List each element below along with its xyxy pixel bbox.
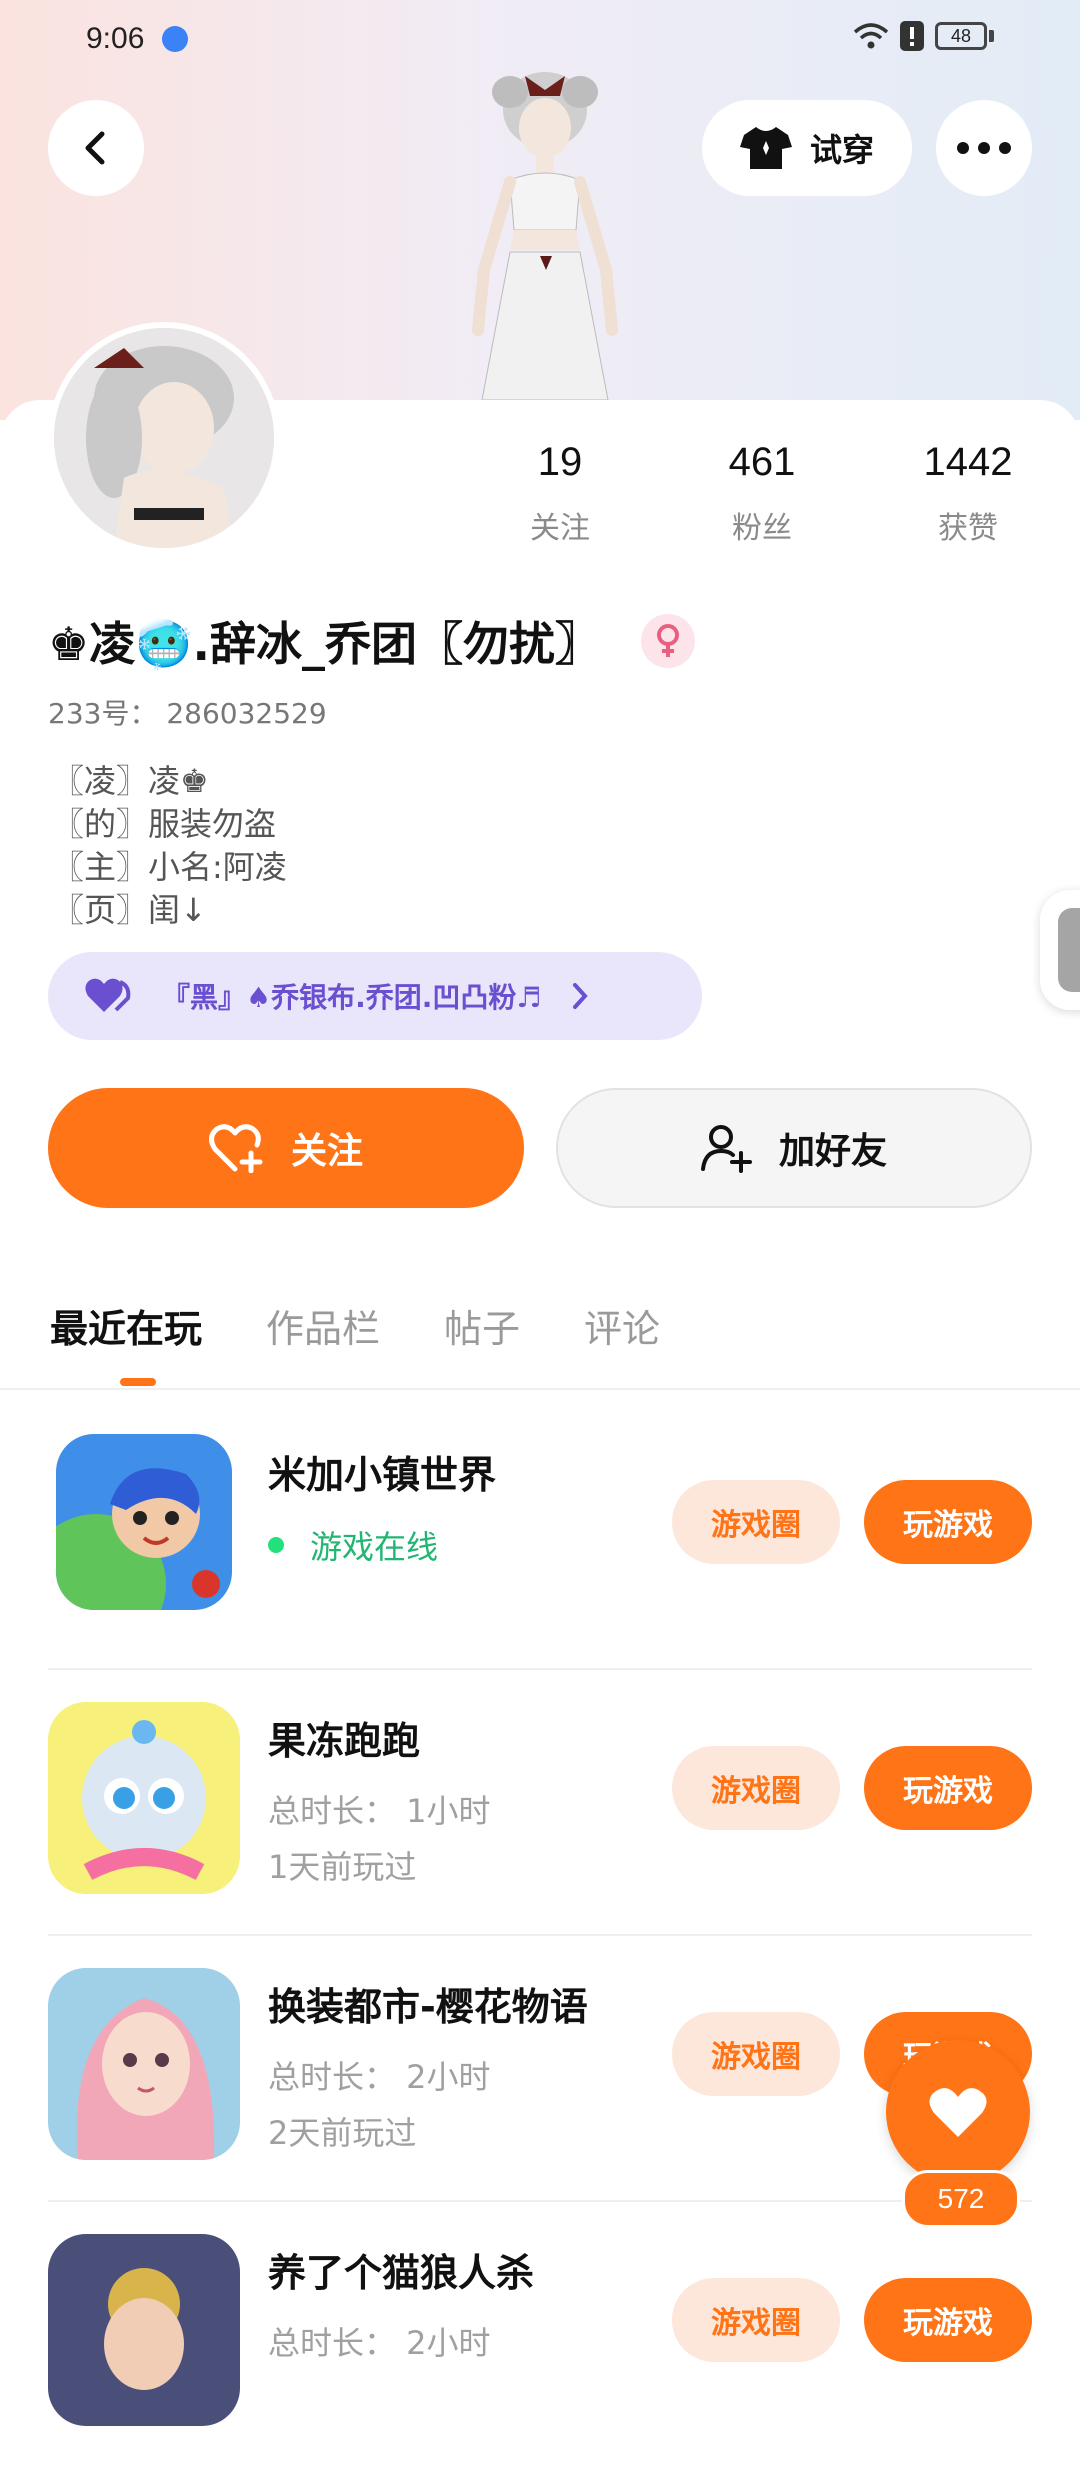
battery-icon: 48 <box>935 22 987 50</box>
game-list-item[interactable]: 换装都市-樱花物语 总时长： 2小时 2天前玩过 游戏圈 玩游戏 <box>48 1936 1032 2202</box>
bio-line: 〖的〗服装勿盗 <box>52 805 277 843</box>
tab-posts[interactable]: 帖子 <box>444 1298 520 1353</box>
like-fab-button[interactable] <box>886 2040 1030 2184</box>
game-name: 换装都市-樱花物语 <box>268 1985 588 2029</box>
status-time: 9:06 <box>86 22 145 55</box>
stat-likes-value: 1442 <box>923 440 1013 484</box>
follow-label: 关注 <box>290 1131 363 1172</box>
stat-likes[interactable]: 1442 获赞 <box>888 440 1048 547</box>
tabs-divider <box>0 1388 1080 1390</box>
stat-likes-label: 获赞 <box>938 511 998 546</box>
game-icon-miga <box>56 1434 232 1610</box>
bio-line: 〖主〗小名:阿凌 <box>52 848 287 886</box>
stat-followers-label: 粉丝 <box>732 511 792 546</box>
alert-icon <box>900 21 924 51</box>
add-user-icon <box>700 1125 752 1173</box>
play-game-button[interactable]: 玩游戏 <box>864 2278 1032 2362</box>
bio: 〖凌〗凌♚ 〖的〗服装勿盗 〖主〗小名:阿凌 〖页〗闺↓ <box>52 760 287 932</box>
game-circle-button[interactable]: 游戏圈 <box>672 2012 840 2096</box>
username: ♚凌🥶.辞冰_乔团〖勿扰〗 <box>48 617 601 671</box>
stat-followers-value: 461 <box>728 440 796 484</box>
game-last-played: 2天前玩过 <box>268 2114 417 2152</box>
tab-works[interactable]: 作品栏 <box>266 1298 380 1353</box>
tab-comments[interactable]: 评论 <box>584 1298 660 1353</box>
status-icons: 48 <box>853 20 994 52</box>
game-duration: 总时长： 2小时 <box>268 2324 491 2362</box>
tshirt-icon <box>739 127 792 169</box>
game-icon-jelly-run <box>48 1702 240 1894</box>
heart-badge-icon <box>85 978 131 1012</box>
status-bar: 9:06 48 <box>0 0 1080 80</box>
browser-icon <box>162 26 188 52</box>
add-friend-label: 加好友 <box>778 1131 887 1172</box>
stat-followers[interactable]: 461 粉丝 <box>682 440 842 547</box>
avatar-image <box>54 328 274 548</box>
side-floating-handle[interactable] <box>1040 890 1080 1010</box>
try-on-button[interactable]: 试穿 <box>702 100 912 196</box>
game-circle-button[interactable]: 游戏圈 <box>672 2278 840 2362</box>
more-dots-icon <box>957 142 1011 154</box>
game-list-item[interactable]: 果冻跑跑 总时长： 1小时 1天前玩过 游戏圈 玩游戏 <box>48 1670 1032 1936</box>
bio-line: 〖凌〗凌♚ <box>52 762 209 800</box>
game-circle-button[interactable]: 游戏圈 <box>672 1746 840 1830</box>
play-game-button[interactable]: 玩游戏 <box>864 1480 1032 1564</box>
stat-following-label: 关注 <box>530 511 590 546</box>
female-gender-icon <box>641 614 695 668</box>
profile-avatar[interactable] <box>48 322 280 554</box>
avatar-3d-character <box>472 72 618 400</box>
play-game-button[interactable]: 玩游戏 <box>864 1746 1032 1830</box>
heart-plus-icon <box>208 1124 263 1173</box>
game-icon-sakura <box>48 1968 240 2160</box>
bio-line: 〖页〗闺↓ <box>52 891 207 929</box>
follow-button[interactable]: 关注 <box>48 1088 524 1208</box>
game-circle-button[interactable]: 游戏圈 <box>672 1480 840 1564</box>
online-dot-icon <box>268 1537 284 1553</box>
user-id: 233号： 286032529 <box>48 697 327 730</box>
chevron-right-icon <box>573 983 589 1009</box>
battery-tip <box>989 30 994 42</box>
active-tab-indicator <box>120 1378 156 1386</box>
game-icon-cat-werewolf <box>48 2234 240 2426</box>
game-duration: 总时长： 2小时 <box>268 2058 491 2096</box>
chevron-left-icon <box>85 131 105 165</box>
stat-following-value: 19 <box>537 440 583 484</box>
game-name: 果冻跑跑 <box>268 1719 421 1763</box>
game-list-item[interactable]: 养了个猫狼人杀 总时长： 2小时 游戏圈 玩游戏 <box>48 2202 1032 2468</box>
username-row: ♚凌🥶.辞冰_乔团〖勿扰〗 <box>48 608 695 674</box>
more-button[interactable] <box>936 100 1032 196</box>
game-duration: 总时长： 1小时 <box>268 1792 491 1830</box>
game-online-status: 游戏在线 <box>268 1522 438 1568</box>
like-count: 572 <box>902 2170 1020 2228</box>
game-last-played: 1天前玩过 <box>268 1848 417 1886</box>
profile-tabs: 最近在玩 作品栏 帖子 评论 <box>50 1298 660 1353</box>
game-list-item[interactable]: 米加小镇世界 游戏在线 游戏圈 玩游戏 <box>48 1404 1032 1670</box>
add-friend-button[interactable]: 加好友 <box>556 1088 1032 1208</box>
stat-following[interactable]: 19 关注 <box>480 440 640 547</box>
back-button[interactable] <box>48 100 144 196</box>
game-name: 养了个猫狼人杀 <box>268 2251 535 2295</box>
group-badge[interactable]: 『黑』♠乔银布.乔团.凹凸粉♬ <box>48 952 702 1040</box>
heart-icon <box>929 2088 987 2137</box>
wifi-icon <box>853 23 889 49</box>
tab-recent-games[interactable]: 最近在玩 <box>50 1298 202 1353</box>
online-label: 游戏在线 <box>310 1528 439 1566</box>
game-name: 米加小镇世界 <box>268 1453 497 1497</box>
try-on-label: 试穿 <box>809 131 874 169</box>
group-name: 『黑』♠乔银布.乔团.凹凸粉♬ <box>162 981 542 1014</box>
